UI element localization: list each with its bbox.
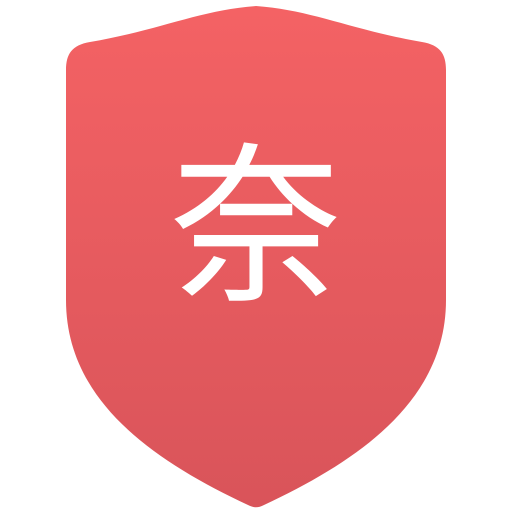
badge-character: 奈 <box>170 127 342 328</box>
badge-icon: 奈 <box>0 0 512 512</box>
